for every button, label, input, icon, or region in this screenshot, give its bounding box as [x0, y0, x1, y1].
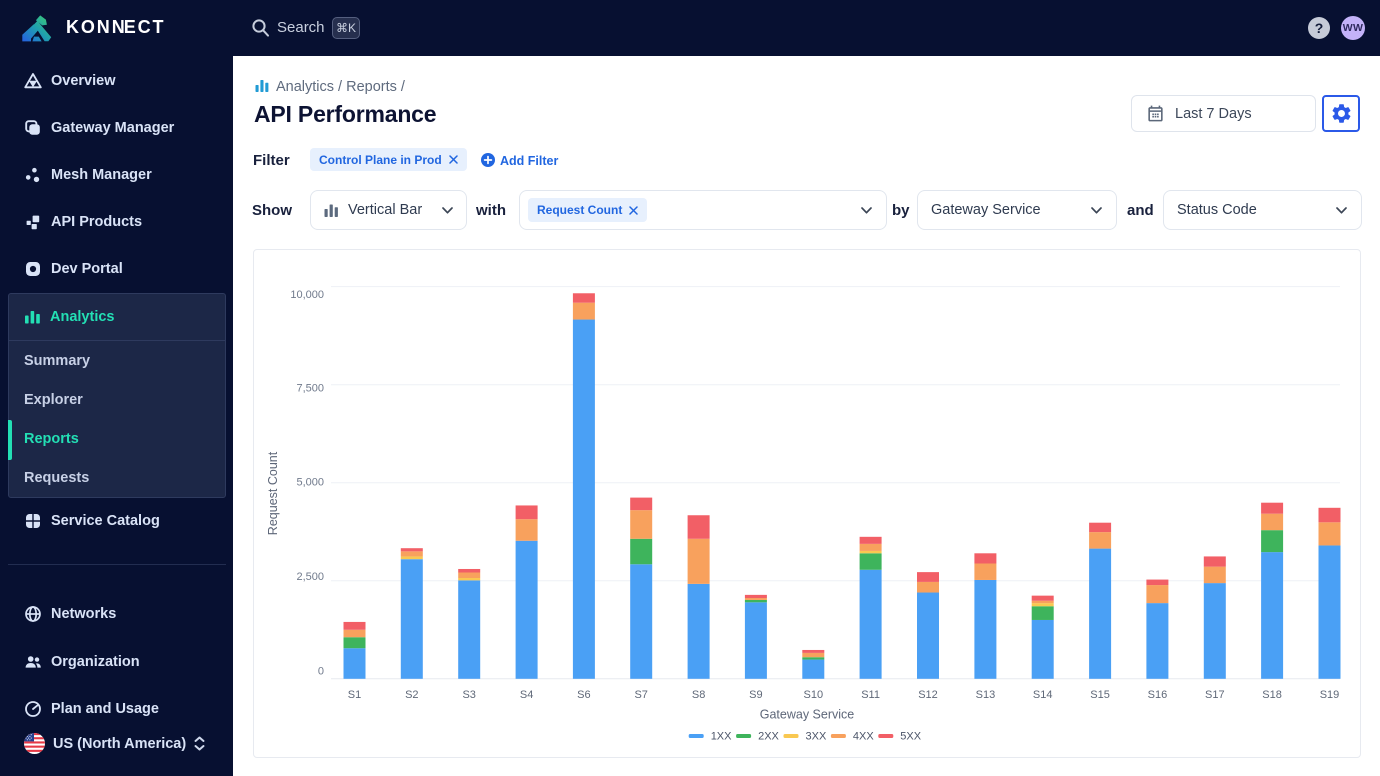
svg-text:S11: S11	[861, 689, 880, 701]
svg-text:S6: S6	[577, 689, 590, 701]
svg-text:S18: S18	[1262, 689, 1282, 701]
svg-text:10,000: 10,000	[290, 289, 324, 301]
svg-text:S2: S2	[405, 689, 418, 701]
svg-text:Gateway Service: Gateway Service	[760, 707, 855, 721]
svg-text:S4: S4	[520, 689, 533, 701]
svg-text:S12: S12	[918, 689, 938, 701]
svg-text:S3: S3	[462, 689, 475, 701]
svg-text:S8: S8	[692, 689, 705, 701]
svg-text:S19: S19	[1320, 689, 1340, 701]
svg-text:S13: S13	[976, 689, 996, 701]
svg-text:1XX: 1XX	[711, 730, 732, 742]
svg-text:S16: S16	[1148, 689, 1168, 701]
svg-text:S14: S14	[1033, 689, 1053, 701]
svg-text:Request Count: Request Count	[266, 451, 280, 535]
svg-text:3XX: 3XX	[806, 730, 827, 742]
svg-text:S15: S15	[1090, 689, 1110, 701]
svg-text:2XX: 2XX	[758, 730, 779, 742]
svg-text:2,500: 2,500	[296, 571, 324, 583]
svg-text:S1: S1	[348, 689, 361, 701]
svg-text:S10: S10	[804, 689, 824, 701]
svg-text:S17: S17	[1205, 689, 1225, 701]
svg-text:S7: S7	[634, 689, 647, 701]
svg-text:S9: S9	[749, 689, 762, 701]
svg-text:7,500: 7,500	[296, 382, 324, 394]
svg-text:4XX: 4XX	[853, 730, 874, 742]
svg-text:0: 0	[318, 665, 324, 677]
svg-text:5XX: 5XX	[900, 730, 921, 742]
svg-text:5,000: 5,000	[296, 477, 324, 489]
